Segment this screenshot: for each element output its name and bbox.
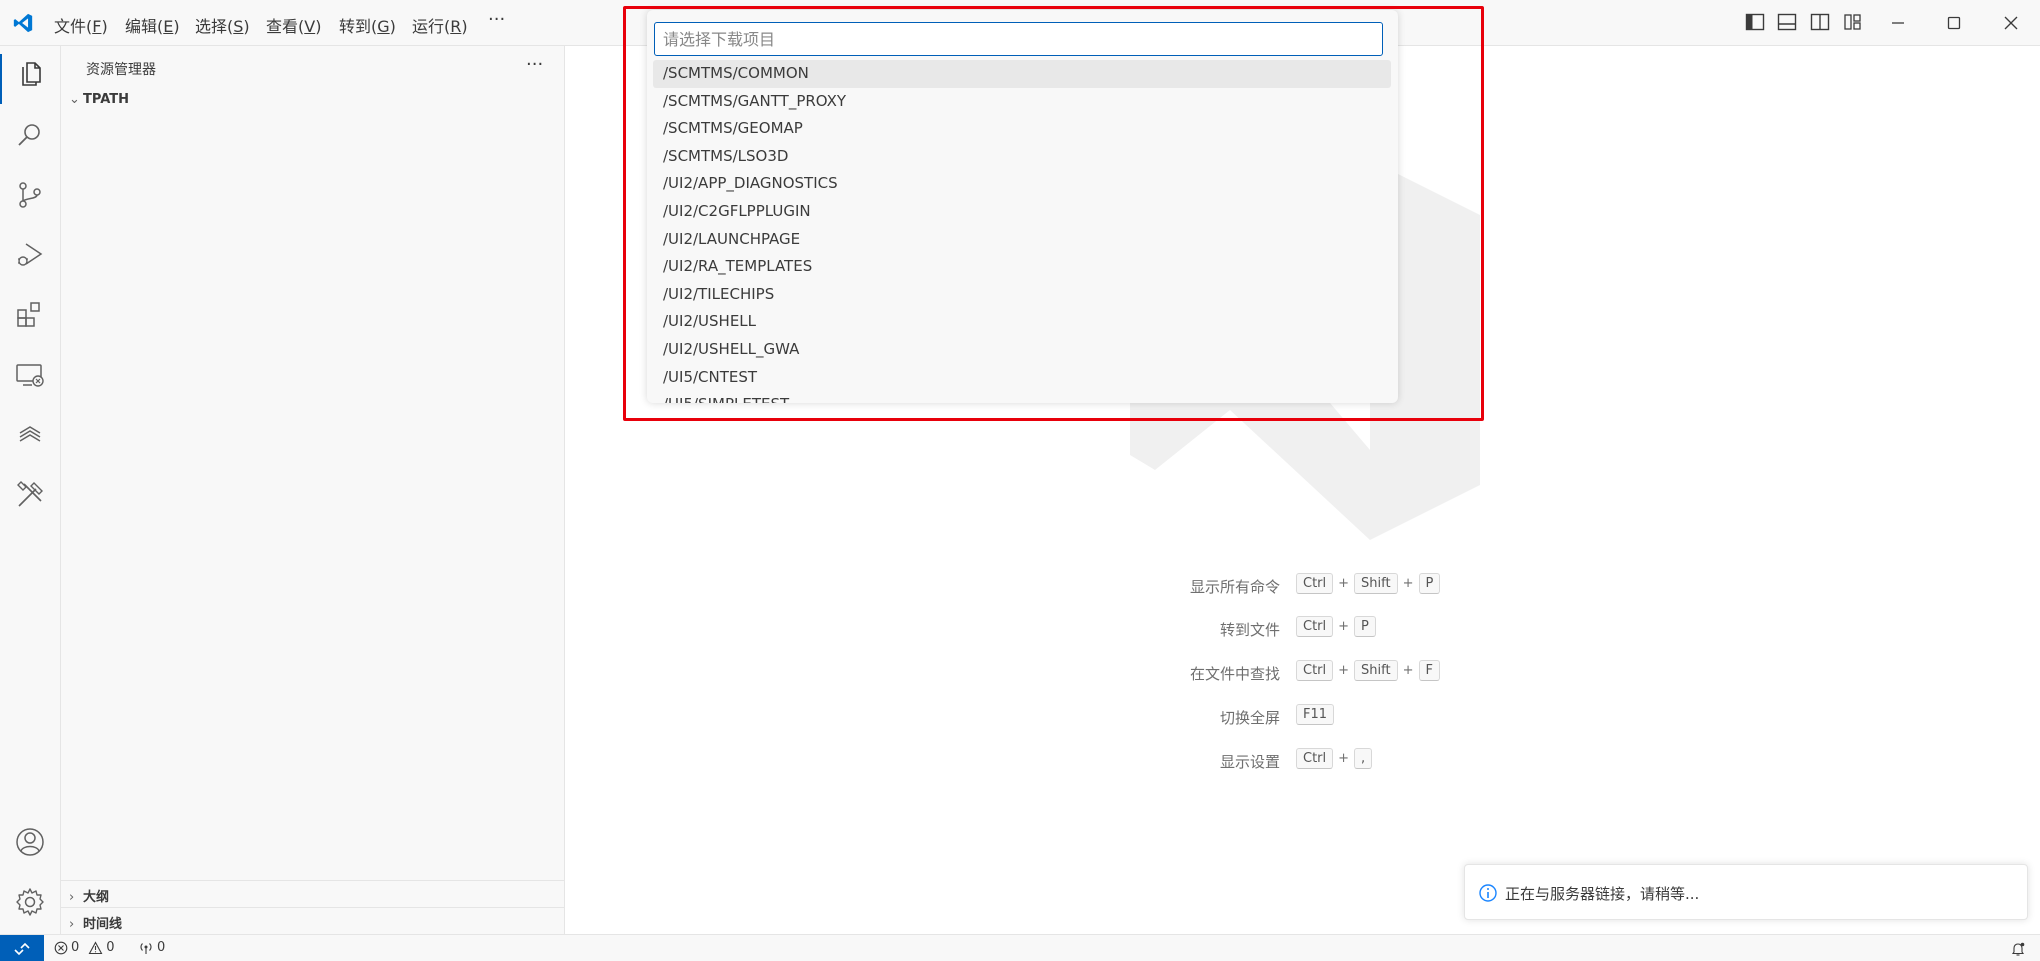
shortcut-keys-show-settings: Ctrl +, bbox=[1296, 748, 1373, 769]
chevron-right-icon: › bbox=[69, 890, 75, 905]
shortcut-show-settings: 显示设置 bbox=[1219, 753, 1280, 771]
shortcut-keys-show-commands: Ctrl + Shift + P bbox=[1296, 573, 1441, 594]
quick-pick-item[interactable]: /SCMTMS/GEOMAP bbox=[653, 115, 1391, 143]
notification-message: 正在与服务器链接，请稍等... bbox=[1505, 885, 1700, 903]
menu-edit[interactable]: 编辑(E) bbox=[125, 13, 180, 37]
menu-go[interactable]: 转到(G) bbox=[339, 13, 396, 37]
sidebar-more-button[interactable]: ··· bbox=[526, 54, 543, 75]
menu-selection[interactable]: 选择(S) bbox=[195, 13, 250, 37]
notifications-bell-icon[interactable] bbox=[2010, 941, 2026, 957]
quick-pick-item[interactable]: /SCMTMS/GANTT_PROXY bbox=[653, 88, 1391, 116]
active-indicator bbox=[0, 54, 2, 104]
run-debug-icon[interactable] bbox=[14, 239, 46, 271]
quick-pick-item[interactable]: /UI2/APP_DIAGNOSTICS bbox=[653, 170, 1391, 198]
warning-icon bbox=[88, 940, 103, 954]
toggle-secondary-sidebar-icon[interactable] bbox=[1810, 13, 1830, 31]
quick-pick-item[interactable]: /UI2/USHELL bbox=[653, 308, 1391, 336]
quick-pick-item[interactable]: /UI5/SIMPLETEST bbox=[653, 391, 1391, 403]
timeline-section[interactable]: › 时间线 bbox=[61, 907, 565, 934]
toggle-panel-icon[interactable] bbox=[1777, 13, 1797, 31]
activity-bar bbox=[0, 46, 61, 934]
account-icon[interactable] bbox=[14, 826, 46, 858]
shortcut-toggle-fullscreen: 切换全屏 bbox=[1219, 709, 1280, 727]
chevron-down-icon: ⌄ bbox=[69, 92, 80, 107]
sap-tools-icon[interactable] bbox=[14, 419, 46, 451]
remote-icon bbox=[14, 942, 30, 956]
error-icon bbox=[54, 941, 68, 954]
menu-run[interactable]: 运行(R) bbox=[412, 13, 468, 37]
shortcut-keys-find-in-files: Ctrl + Shift + F bbox=[1296, 660, 1440, 681]
problems-status[interactable]: 0 0 bbox=[54, 940, 115, 955]
menu-more-button[interactable]: ··· bbox=[488, 9, 505, 30]
tools-icon[interactable] bbox=[14, 479, 46, 511]
settings-gear-icon[interactable] bbox=[14, 886, 46, 918]
explorer-sidebar: 资源管理器 ··· ⌄ TPATH › 大纲 › 时间线 bbox=[61, 46, 565, 934]
shortcut-go-to-file: 转到文件 bbox=[1219, 621, 1280, 639]
quick-pick-item[interactable]: /UI2/LAUNCHPAGE bbox=[653, 226, 1391, 254]
quick-pick-item[interactable]: /UI5/CNTEST bbox=[653, 364, 1391, 392]
sidebar-title: 资源管理器 bbox=[86, 62, 156, 78]
status-bar: 0 0 0 bbox=[0, 934, 2040, 961]
broadcast-icon bbox=[140, 942, 152, 954]
notification-toast[interactable]: 正在与服务器链接，请稍等... bbox=[1464, 864, 2028, 920]
folder-tpath[interactable]: ⌄ TPATH bbox=[69, 92, 129, 114]
explorer-icon[interactable] bbox=[14, 59, 46, 91]
menu-file[interactable]: 文件(F) bbox=[54, 13, 108, 37]
quick-pick-item[interactable]: /UI2/TILECHIPS bbox=[653, 281, 1391, 309]
chevron-right-icon: › bbox=[69, 917, 75, 932]
source-control-icon[interactable] bbox=[14, 179, 46, 211]
quick-pick-item[interactable]: /SCMTMS/LSO3D bbox=[653, 143, 1391, 171]
maximize-icon[interactable] bbox=[1943, 12, 1965, 34]
quick-pick-list: /SCMTMS/COMMON /SCMTMS/GANTT_PROXY /SCMT… bbox=[653, 60, 1391, 403]
customize-layout-icon[interactable] bbox=[1843, 13, 1863, 31]
quick-pick-item[interactable]: /UI2/USHELL_GWA bbox=[653, 336, 1391, 364]
outline-section[interactable]: › 大纲 bbox=[61, 880, 565, 907]
toggle-primary-sidebar-icon[interactable] bbox=[1745, 13, 1765, 31]
ports-status[interactable]: 0 bbox=[138, 940, 165, 955]
menu-view[interactable]: 查看(V) bbox=[266, 13, 321, 37]
quick-pick-dropdown: /SCMTMS/COMMON /SCMTMS/GANTT_PROXY /SCMT… bbox=[647, 10, 1398, 403]
shortcut-keys-toggle-fullscreen: F11 bbox=[1296, 704, 1335, 725]
vscode-logo-icon[interactable] bbox=[12, 12, 34, 34]
quick-pick-input[interactable] bbox=[654, 22, 1383, 56]
shortcut-show-commands: 显示所有命令 bbox=[1189, 578, 1280, 596]
shortcut-keys-go-to-file: Ctrl + P bbox=[1296, 616, 1376, 637]
remote-indicator-button[interactable] bbox=[0, 935, 44, 961]
search-icon[interactable] bbox=[14, 119, 46, 151]
shortcut-find-in-files: 在文件中查找 bbox=[1189, 665, 1280, 683]
remote-explorer-icon[interactable] bbox=[14, 359, 46, 391]
info-icon bbox=[1479, 884, 1497, 902]
quick-pick-item[interactable]: /UI2/RA_TEMPLATES bbox=[653, 253, 1391, 281]
quick-pick-item[interactable]: /SCMTMS/COMMON bbox=[653, 60, 1391, 88]
extensions-icon[interactable] bbox=[14, 299, 46, 331]
quick-pick-item[interactable]: /UI2/C2GFLPPLUGIN bbox=[653, 198, 1391, 226]
minimize-icon[interactable] bbox=[1887, 12, 1909, 34]
close-icon[interactable] bbox=[2000, 12, 2022, 34]
